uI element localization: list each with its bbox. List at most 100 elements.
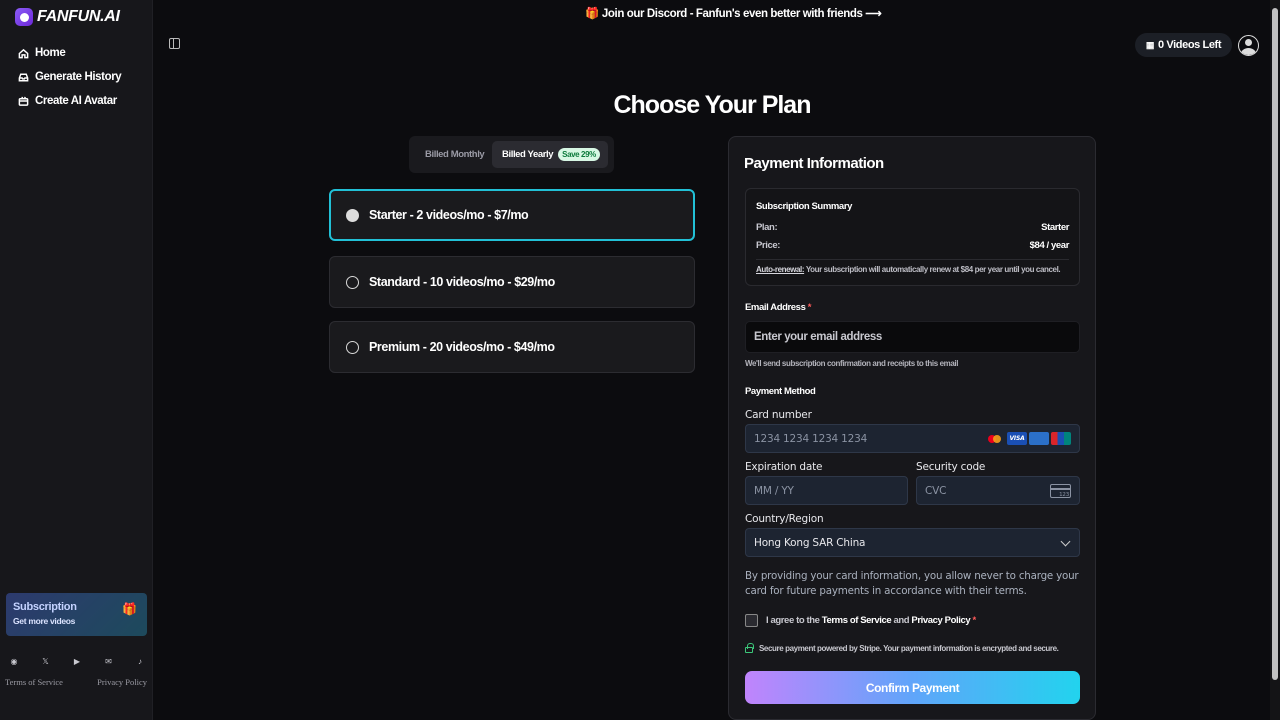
sidebar-item-home[interactable]: Home: [18, 41, 121, 65]
email-hint: We'll send subscription confirmation and…: [745, 359, 959, 368]
billed-monthly-tab[interactable]: Billed Monthly: [419, 144, 490, 165]
summary-price-row: Price: $84 / year: [756, 240, 1069, 251]
mastercard-icon: [985, 432, 1005, 445]
agree-prefix: I agree to the: [766, 615, 822, 626]
cvc-icon-text: 123: [1059, 492, 1069, 498]
subscription-summary: Subscription Summary Plan: Starter Price…: [745, 188, 1080, 286]
scrollbar[interactable]: [1270, 0, 1280, 720]
payment-panel: Payment Information Subscription Summary…: [728, 136, 1096, 720]
video-stack-icon: ▦: [1145, 39, 1155, 50]
auto-renewal-label: Auto-renewal:: [756, 265, 805, 274]
inbox-icon: [18, 73, 29, 81]
agree-and: and: [891, 615, 912, 626]
subscription-subtitle: Get more videos: [13, 616, 76, 626]
terms-link[interactable]: Terms of Service: [822, 615, 892, 626]
cvc-card-icon: 123: [1050, 484, 1071, 498]
sidebar: FANFUN.AI Home Generate History Create A…: [0, 0, 153, 720]
billed-yearly-tab[interactable]: Billed Yearly Save 29%: [492, 141, 608, 168]
plan-label: Plan:: [756, 222, 778, 233]
terms-link[interactable]: Terms of Service: [5, 677, 63, 687]
gift-icon: 🎁: [122, 602, 137, 616]
payment-title: Payment Information: [744, 155, 884, 172]
x-icon[interactable]: 𝕏: [40, 655, 52, 667]
mail-icon[interactable]: ✉: [103, 655, 115, 667]
billed-yearly-label: Billed Yearly: [502, 149, 554, 160]
security-code-label: Security code: [916, 461, 986, 473]
chevron-down-icon: [1060, 536, 1071, 547]
billing-toggle: Billed Monthly Billed Yearly Save 29%: [409, 136, 614, 173]
cvc-placeholder: CVC: [925, 484, 947, 497]
plan-option-starter[interactable]: Starter - 2 videos/mo - $7/mo: [329, 189, 695, 241]
expiration-placeholder: MM / YY: [754, 484, 794, 497]
visa-icon: VISA: [1007, 432, 1027, 445]
film-icon: [18, 96, 29, 106]
secure-text: Secure payment powered by Stripe. Your p…: [759, 644, 1059, 653]
discord-icon[interactable]: ◉: [8, 655, 20, 667]
radio-selected-icon[interactable]: [346, 208, 359, 222]
page-title: Choose Your Plan: [613, 91, 811, 119]
auto-renewal-text: Your subscription will automatically ren…: [804, 265, 1061, 274]
youtube-icon[interactable]: ▶: [71, 655, 83, 667]
payment-method-label: Payment Method: [745, 386, 816, 397]
radio-icon[interactable]: [346, 275, 359, 289]
radio-icon[interactable]: [346, 340, 359, 354]
card-brands: VISA: [985, 432, 1071, 445]
summary-plan-row: Plan: Starter: [756, 222, 1069, 233]
sidebar-item-generate-history[interactable]: Generate History: [18, 65, 122, 89]
privacy-link[interactable]: Privacy Policy: [97, 677, 147, 687]
privacy-link[interactable]: Privacy Policy: [911, 615, 970, 626]
expiration-input[interactable]: MM / YY: [745, 476, 908, 505]
summary-title: Subscription Summary: [756, 201, 852, 212]
scrollbar-thumb[interactable]: [1272, 8, 1278, 680]
agree-checkbox[interactable]: [745, 614, 758, 627]
expiration-label: Expiration date: [745, 461, 823, 473]
plan-value: Starter: [1041, 222, 1069, 233]
divider: [756, 259, 1069, 260]
security-code-input[interactable]: CVC 123: [916, 476, 1080, 505]
subscription-card[interactable]: Subscription Get more videos 🎁: [6, 593, 147, 636]
card-number-placeholder: 1234 1234 1234 1234: [754, 432, 868, 445]
social-links: ◉ 𝕏 ▶ ✉ ♪: [8, 655, 146, 667]
agree-text: I agree to the Terms of Service and Priv…: [766, 615, 976, 626]
videos-left-badge[interactable]: ▦ 0 Videos Left: [1135, 33, 1232, 57]
plan-label: Starter - 2 videos/mo - $7/mo: [369, 208, 529, 222]
email-label-text: Email Address: [745, 302, 806, 313]
discord-banner[interactable]: 🎁 Join our Discord - Fanfun's even better…: [585, 6, 882, 20]
sidebar-toggle-icon[interactable]: [169, 38, 180, 49]
sidebar-item-label: Home: [35, 47, 66, 59]
tiktok-icon[interactable]: ♪: [134, 655, 146, 667]
unionpay-icon: [1051, 432, 1071, 445]
banner-text: Join our Discord - Fanfun's even better …: [601, 8, 882, 20]
card-number-label: Card number: [745, 409, 812, 421]
required-mark: *: [972, 615, 977, 626]
sidebar-item-label: Create AI Avatar: [35, 95, 117, 107]
terms-agreement: I agree to the Terms of Service and Priv…: [745, 614, 976, 627]
amex-icon: [1029, 432, 1049, 445]
auto-renewal-note: Auto-renewal: Your subscription will aut…: [756, 265, 1061, 274]
required-mark: *: [807, 302, 812, 313]
price-label: Price:: [756, 240, 781, 251]
country-select[interactable]: Hong Kong SAR China: [745, 528, 1080, 557]
videos-left-text: 0 Videos Left: [1158, 39, 1222, 51]
plan-label: Standard - 10 videos/mo - $29/mo: [369, 275, 555, 289]
plan-option-standard[interactable]: Standard - 10 videos/mo - $29/mo: [329, 256, 695, 308]
country-value: Hong Kong SAR China: [754, 536, 866, 549]
gift-icon: 🎁: [585, 8, 599, 20]
price-value: $84 / year: [1029, 240, 1070, 251]
card-number-input[interactable]: 1234 1234 1234 1234 VISA: [745, 424, 1080, 453]
plan-label: Premium - 20 videos/mo - $49/mo: [369, 340, 555, 354]
subscription-title: Subscription: [13, 601, 77, 613]
confirm-payment-button[interactable]: Confirm Payment: [745, 671, 1080, 704]
user-avatar-icon[interactable]: [1238, 35, 1259, 56]
sidebar-item-create-ai-avatar[interactable]: Create AI Avatar: [18, 89, 121, 113]
home-icon: [18, 48, 29, 58]
sidebar-footer: Terms of Service Privacy Policy: [5, 677, 147, 687]
brand-name: FANFUN.AI: [37, 8, 120, 25]
secure-note: Secure payment powered by Stripe. Your p…: [745, 643, 1059, 653]
brand-logo[interactable]: FANFUN.AI: [15, 8, 120, 26]
sidebar-item-label: Generate History: [35, 71, 122, 83]
email-input[interactable]: [745, 321, 1080, 353]
country-label: Country/Region: [745, 513, 824, 525]
save-badge: Save 29%: [558, 148, 600, 161]
plan-option-premium[interactable]: Premium - 20 videos/mo - $49/mo: [329, 321, 695, 373]
